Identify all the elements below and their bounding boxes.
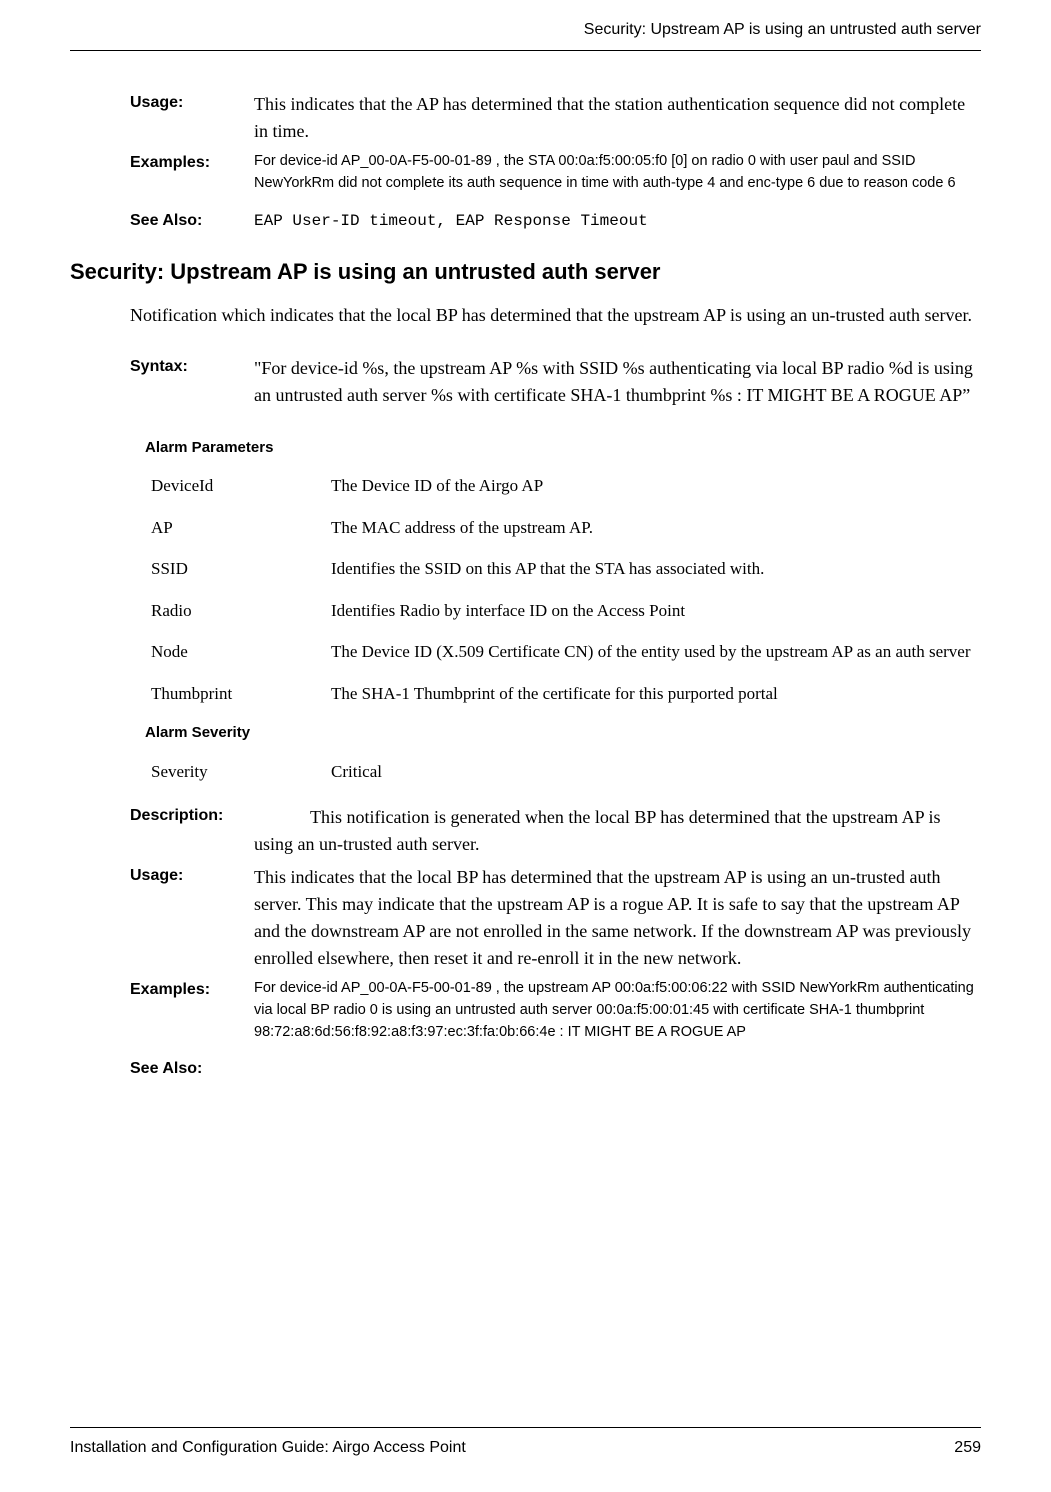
top-definition-block: Usage: This indicates that the AP has de… [130,91,981,233]
syntax-row: Syntax: "For device-id %s, the upstream … [130,355,981,409]
footer-page-number: 259 [954,1436,981,1460]
seealso-text [254,1057,981,1081]
examples-row: Examples: For device-id AP_00-0A-F5-00-0… [130,978,981,1043]
seealso-row-top: See Also: EAP User-ID timeout, EAP Respo… [130,209,981,233]
severity-row: Severity Critical [151,759,981,785]
severity-name: Severity [151,759,331,785]
examples-text-top: For device-id AP_00-0A-F5-00-01-89 , the… [254,151,981,195]
alarm-parameters-heading: Alarm Parameters [145,437,981,460]
section-heading: Security: Upstream AP is using an untrus… [70,255,981,288]
severity-desc: Critical [331,759,981,785]
syntax-block: Syntax: "For device-id %s, the upstream … [130,355,981,409]
usage-label-top: Usage: [130,91,254,145]
seealso-row: See Also: [130,1057,981,1081]
param-desc: The Device ID of the Airgo AP [331,473,981,499]
param-row: NodeThe Device ID (X.509 Certificate CN)… [151,639,981,665]
param-desc: Identifies the SSID on this AP that the … [331,556,981,582]
param-desc: The SHA-1 Thumbprint of the certificate … [331,681,981,707]
alarm-severity-heading: Alarm Severity [145,722,981,745]
usage-row: Usage: This indicates that the local BP … [130,864,981,972]
alarm-parameters-block: Alarm Parameters DeviceIdThe Device ID o… [145,437,981,785]
param-name: AP [151,515,331,541]
examples-label-top: Examples: [130,151,254,195]
param-row: RadioIdentifies Radio by interface ID on… [151,598,981,624]
param-row: SSIDIdentifies the SSID on this AP that … [151,556,981,582]
page-footer: Installation and Configuration Guide: Ai… [70,1427,981,1460]
page-header: Security: Upstream AP is using an untrus… [70,0,981,51]
param-name: Node [151,639,331,665]
param-desc: Identifies Radio by interface ID on the … [331,598,981,624]
page-content: Usage: This indicates that the AP has de… [70,51,981,1081]
param-name: SSID [151,556,331,582]
examples-text: For device-id AP_00-0A-F5-00-01-89 , the… [254,978,981,1043]
header-title: Security: Upstream AP is using an untrus… [584,21,981,38]
footer-left: Installation and Configuration Guide: Ai… [70,1436,466,1460]
param-desc: The Device ID (X.509 Certificate CN) of … [331,639,981,665]
param-name: DeviceId [151,473,331,499]
usage-text: This indicates that the local BP has det… [254,864,981,972]
bottom-definition-block: Description: This notification is genera… [130,804,981,1081]
examples-row-top: Examples: For device-id AP_00-0A-F5-00-0… [130,151,981,195]
usage-row-top: Usage: This indicates that the AP has de… [130,91,981,145]
param-row: ThumbprintThe SHA-1 Thumbprint of the ce… [151,681,981,707]
syntax-label: Syntax: [130,355,254,409]
seealso-text-top: EAP User-ID timeout, EAP Response Timeou… [254,209,981,233]
usage-text-top: This indicates that the AP has determine… [254,91,981,145]
usage-label: Usage: [130,864,254,972]
seealso-label-top: See Also: [130,209,254,233]
examples-label: Examples: [130,978,254,1043]
param-row: DeviceIdThe Device ID of the Airgo AP [151,473,981,499]
description-row: Description: This notification is genera… [130,804,981,858]
syntax-text: "For device-id %s, the upstream AP %s wi… [254,355,981,409]
param-row: APThe MAC address of the upstream AP. [151,515,981,541]
section-intro: Notification which indicates that the lo… [130,302,981,329]
description-text: This notification is generated when the … [254,804,981,858]
param-name: Radio [151,598,331,624]
description-label: Description: [130,804,254,858]
seealso-label: See Also: [130,1057,254,1081]
param-desc: The MAC address of the upstream AP. [331,515,981,541]
param-name: Thumbprint [151,681,331,707]
